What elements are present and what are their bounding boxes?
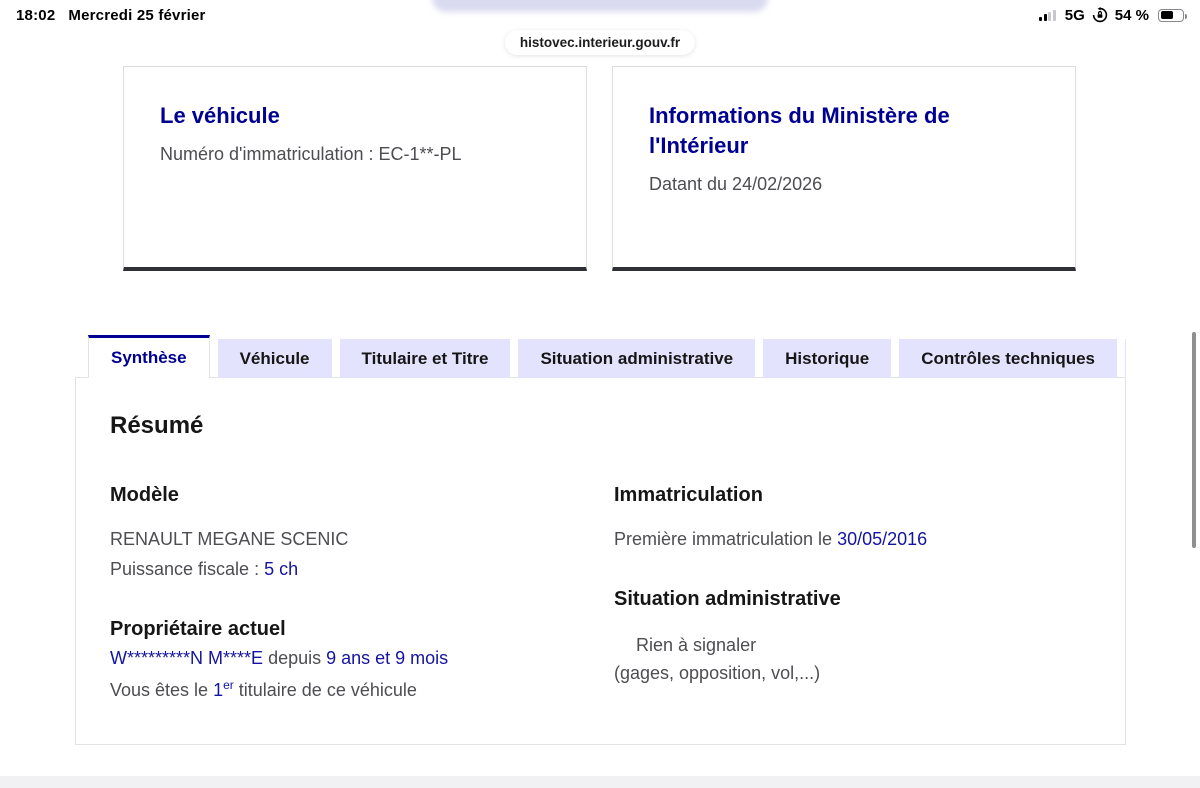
model-heading: Modèle — [110, 484, 179, 506]
page-scrollbar[interactable] — [1192, 332, 1196, 548]
owner-line: W*********N M****E depuis 9 ans et 9 moi… — [110, 646, 570, 670]
situation-status-link[interactable]: Rien à signaler — [614, 633, 1074, 657]
owner-since-label: depuis — [263, 648, 327, 668]
ministry-info-card: Informations du Ministère de l'Intérieur… — [612, 66, 1076, 271]
owner-heading: Propriétaire actuel — [110, 618, 286, 640]
battery-percent: 54 % — [1114, 6, 1149, 24]
fiscal-power-value: 5 ch — [264, 559, 299, 579]
holder-line: Vous êtes le 1er titulaire de ce véhicul… — [110, 673, 570, 702]
panel-title: Résumé — [110, 412, 204, 439]
owner-name: W*********N M****E — [110, 648, 264, 668]
first-registration-line: Première immatriculation le 30/05/2016 — [614, 527, 1074, 551]
vehicle-card: Le véhicule Numéro d'immatriculation : E… — [123, 66, 587, 271]
status-date: Mercredi 25 février — [68, 6, 206, 24]
vehicle-card-title: Le véhicule — [160, 103, 280, 128]
tab-bar: Synthèse Véhicule Titulaire et Titre Sit… — [75, 335, 1126, 378]
tab-titulaire-et-titre[interactable]: Titulaire et Titre — [339, 339, 511, 378]
cellular-signal-icon — [1039, 9, 1056, 21]
tab-historique[interactable]: Historique — [763, 339, 892, 378]
holder-rank: 1er — [213, 678, 234, 700]
network-type: 5G — [1064, 6, 1085, 24]
tab-synthese[interactable]: Synthèse — [88, 335, 210, 378]
bottom-toolbar-peek — [0, 776, 1200, 788]
holder-prefix: Vous êtes le — [110, 680, 214, 700]
panel-left-column: Modèle RENAULT MEGANE SCENIC Puissance f… — [110, 481, 570, 702]
registration-number: Numéro d'immatriculation : EC-1**-PL — [160, 144, 462, 164]
report-date: Datant du 24/02/2026 — [649, 174, 823, 194]
holder-suffix: titulaire de ce véhicule — [233, 680, 417, 700]
tab-vehicule[interactable]: Véhicule — [217, 339, 332, 378]
tab-controles-techniques[interactable]: Contrôles techniques — [899, 339, 1118, 378]
clock: 18:02 — [16, 6, 56, 24]
fiscal-power-label: Puissance fiscale : — [110, 559, 265, 579]
situation-note: (gages, opposition, vol,...) — [614, 663, 821, 683]
situation-heading: Situation administrative — [614, 588, 841, 610]
first-registration-label: Première immatriculation le — [614, 529, 838, 549]
orientation-lock-icon — [1092, 7, 1107, 23]
address-bar[interactable]: histovec.interieur.gouv.fr — [504, 30, 696, 55]
panel-right-column: Immatriculation Première immatriculation… — [614, 481, 1074, 685]
first-registration-date: 30/05/2016 — [837, 529, 928, 549]
owner-duration: 9 ans et 9 mois — [326, 648, 449, 668]
fiscal-power-line: Puissance fiscale : 5 ch — [110, 557, 570, 581]
synthese-panel: Résumé Modèle RENAULT MEGANE SCENIC Puis… — [75, 377, 1126, 745]
ministry-card-title: Informations du Ministère de l'Intérieur — [649, 103, 950, 158]
immatriculation-heading: Immatriculation — [614, 484, 763, 506]
model-link[interactable]: RENAULT MEGANE SCENIC — [110, 527, 570, 551]
tab-kilometrage-clipped[interactable]: Kil — [1125, 339, 1126, 378]
tab-situation-administrative[interactable]: Situation administrative — [518, 339, 756, 378]
battery-icon — [1158, 8, 1187, 22]
status-bar: 18:02 Mercredi 25 février 5G 54 % — [0, 0, 1200, 30]
